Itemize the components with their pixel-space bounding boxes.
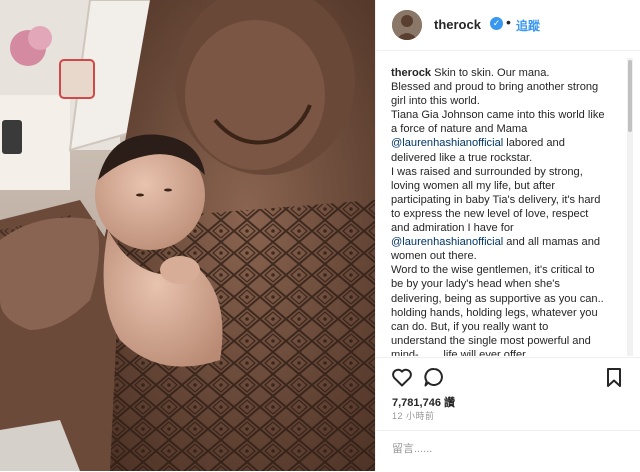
post-username[interactable]: therock xyxy=(434,17,481,32)
comment-bar xyxy=(376,430,640,472)
caption-line: I was raised and surrounded by strong, xyxy=(391,165,631,179)
mention-link[interactable]: @laurenhashianofficial xyxy=(391,236,503,248)
caption-line: loving women all my life, but after xyxy=(391,179,631,193)
like-count[interactable]: 7,781,746 讚 xyxy=(392,394,455,410)
caption-username[interactable]: therock xyxy=(391,67,431,79)
post-header: therock ✓ • 追蹤 xyxy=(376,0,640,51)
bookmark-icon[interactable] xyxy=(602,365,626,389)
caption-line: delivering, being as supportive as you c… xyxy=(391,292,631,306)
caption-text: can do. But, if you really want to xyxy=(391,320,549,333)
follow-button[interactable]: 追蹤 xyxy=(516,17,540,34)
caption-line: delivered like a true rockstar. xyxy=(391,151,631,165)
post-timestamp[interactable]: 12 小時前 xyxy=(392,409,435,422)
caption-line: Tiana Gia Johnson came into this world l… xyxy=(391,108,631,122)
caption-text: and admiration I have for xyxy=(391,222,514,235)
separator-dot: • xyxy=(506,14,511,30)
heart-icon[interactable] xyxy=(390,365,414,389)
caption-text: women out there. xyxy=(391,250,477,263)
caption-line: girl into this world. xyxy=(391,94,631,108)
caption-line: holding hands, holding legs, whatever yo… xyxy=(391,306,631,320)
caption-text: participating in baby Tia's delivery, it… xyxy=(391,193,601,206)
comment-input[interactable] xyxy=(392,439,622,459)
caption-text: I was raised and surrounded by strong, xyxy=(391,165,583,178)
caption-text: be by your lady's head when she's xyxy=(391,278,560,291)
caption-line: be by your lady's head when she's xyxy=(391,277,631,291)
caption-text: girl into this world. xyxy=(391,95,480,108)
caption-line: to express the new level of love, respec… xyxy=(391,207,631,221)
caption-text: delivering, being as supportive as you c… xyxy=(391,292,604,305)
post-sidebar: therock ✓ • 追蹤 therock Skin to skin. Our… xyxy=(375,0,640,471)
caption-line: Word to the wise gentlemen, it's critica… xyxy=(391,263,631,277)
caption-text: to express the new level of love, respec… xyxy=(391,207,589,220)
post-photo xyxy=(0,0,375,471)
caption-text: understand the single most powerful and xyxy=(391,334,591,347)
caption-line: Blessed and proud to bring another stron… xyxy=(391,80,631,94)
caption-text: Skin to skin. Our mana. xyxy=(434,67,550,79)
caption-text: Tiana Gia Johnson came into this world l… xyxy=(391,109,605,122)
caption-line: therock Skin to skin. Our mana. xyxy=(391,66,631,80)
caption-line: @laurenhashianofficial labored and xyxy=(391,136,631,150)
caption-text: mind-....... life will ever offer ......… xyxy=(391,348,554,356)
post-actions xyxy=(376,357,640,394)
caption-text: labored and xyxy=(503,137,565,150)
caption-line: @laurenhashianofficial and all mamas and xyxy=(391,235,631,249)
caption-line: participating in baby Tia's delivery, it… xyxy=(391,193,631,207)
caption-text: holding hands, holding legs, whatever yo… xyxy=(391,306,598,319)
caption-line: a force of nature and Mama xyxy=(391,122,631,136)
caption-text: loving women all my life, but after xyxy=(391,179,556,192)
caption-text: a force of nature and Mama xyxy=(391,123,528,136)
post-caption: therock Skin to skin. Our mana. Blessed a… xyxy=(391,66,631,356)
caption-scrollbar-thumb[interactable] xyxy=(628,60,632,132)
mention-link[interactable]: @laurenhashianofficial xyxy=(391,137,503,149)
caption-text: Word to the wise gentlemen, it's critica… xyxy=(391,264,595,277)
caption-text: delivered like a true rockstar. xyxy=(391,151,533,164)
caption-text: and all mamas and xyxy=(503,236,601,249)
comment-bubble-icon[interactable] xyxy=(422,365,446,389)
caption-line: can do. But, if you really want to xyxy=(391,320,631,334)
avatar[interactable] xyxy=(392,10,422,40)
caption-line: women out there. xyxy=(391,249,631,263)
caption-line: and admiration I have for xyxy=(391,221,631,235)
caption-text: Blessed and proud to bring another stron… xyxy=(391,81,599,94)
caption-line: understand the single most powerful and xyxy=(391,334,631,348)
caption-line: mind-....... life will ever offer ......… xyxy=(391,348,631,356)
verified-badge-icon: ✓ xyxy=(490,17,503,30)
